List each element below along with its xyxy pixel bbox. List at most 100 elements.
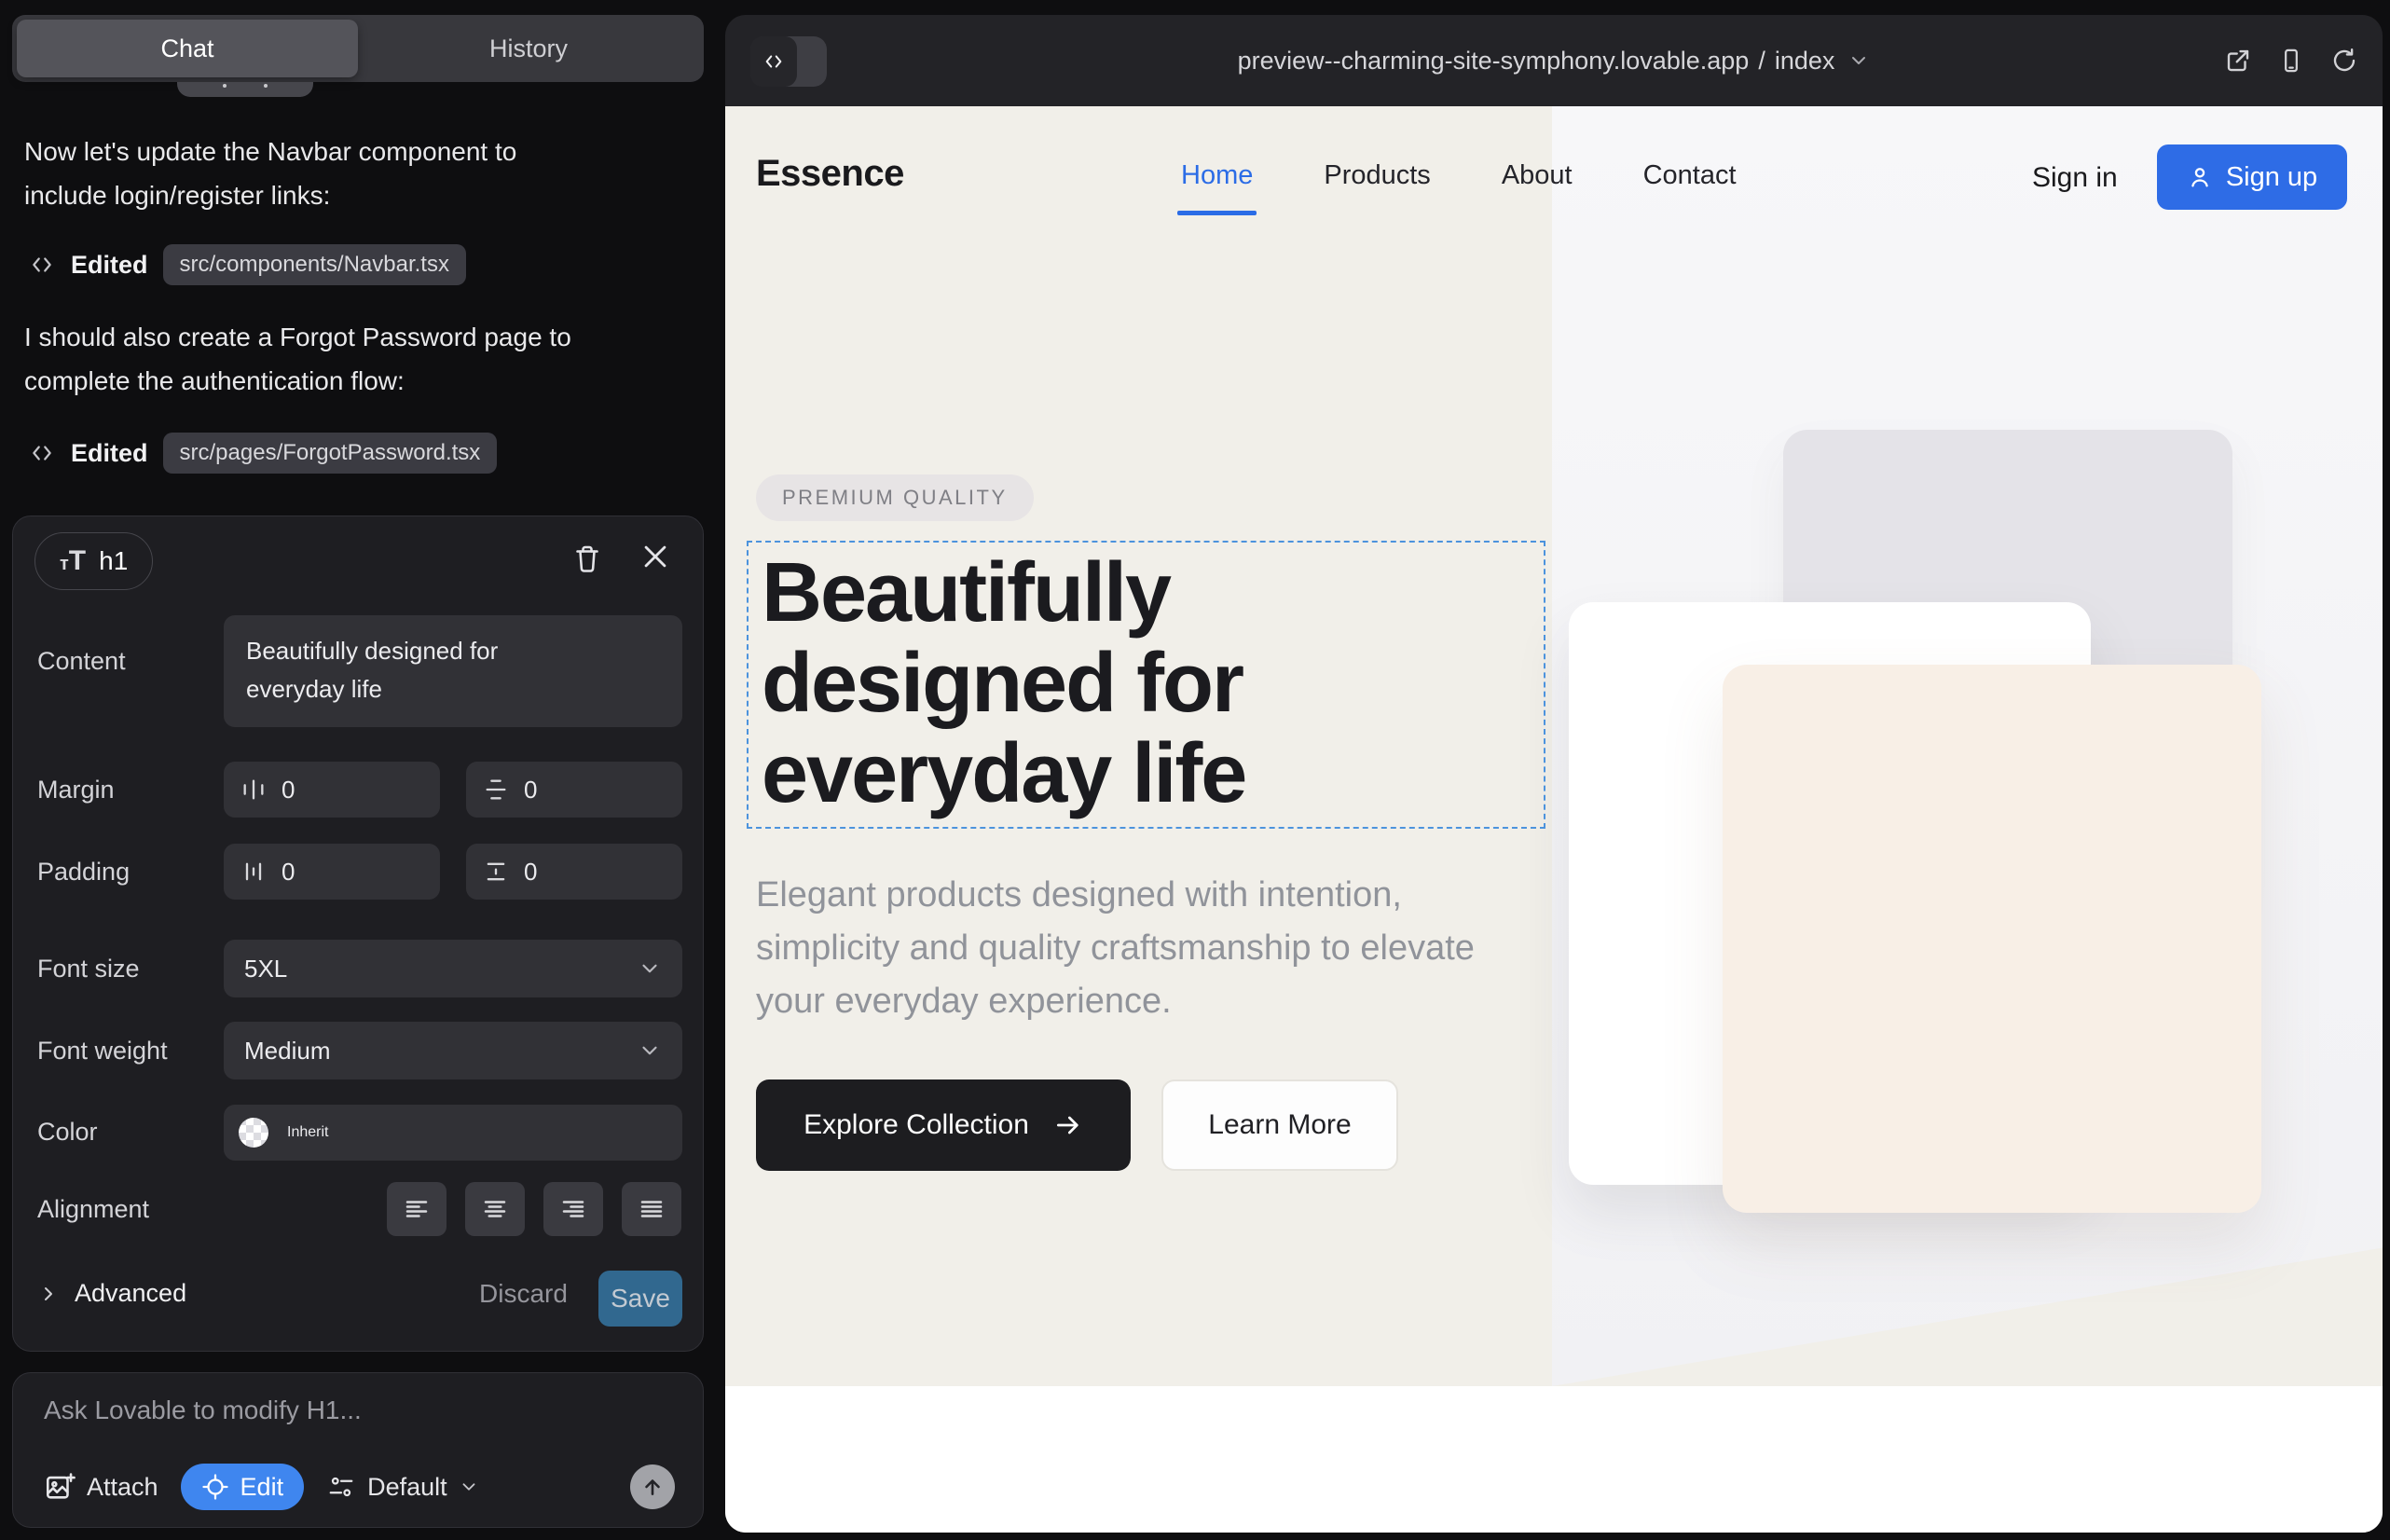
file-chip[interactable]: src/pages/ForgotPassword.tsx	[163, 433, 498, 474]
preview-url: preview--charming-site-symphony.lovable.…	[1238, 47, 1750, 76]
font-size-select[interactable]: 5XL	[224, 940, 682, 997]
chevron-right-icon	[37, 1283, 60, 1305]
font-weight-label: Font weight	[37, 1037, 168, 1066]
margin-x-input[interactable]: 0	[224, 762, 440, 818]
code-icon	[28, 253, 56, 277]
chat-composer: Attach Edit Default	[12, 1372, 704, 1528]
advanced-toggle[interactable]: Advanced	[37, 1279, 186, 1308]
align-right-button[interactable]	[543, 1182, 603, 1236]
selected-element-tag: тT h1	[34, 532, 153, 590]
attach-button[interactable]: Attach	[44, 1471, 158, 1503]
margin-horizontal-icon	[240, 777, 267, 803]
nav-link-home[interactable]: Home	[1181, 160, 1253, 191]
chevron-down-icon	[638, 1038, 662, 1063]
edited-label: Edited	[71, 439, 148, 468]
arrow-up-icon	[640, 1475, 665, 1499]
element-editor-panel: тT h1 Content Beautifully designed for e…	[12, 516, 704, 1352]
open-external-button[interactable]	[2224, 47, 2252, 75]
element-selection-outline: Beautifully designed for everyday life	[747, 541, 1545, 829]
tab-history[interactable]: History	[358, 20, 699, 77]
lovable-chat-panel: Chat History Now let's update the Navbar…	[0, 0, 725, 1540]
page-name: index	[1775, 47, 1835, 76]
discard-button[interactable]: Discard	[479, 1279, 568, 1309]
padding-y-input[interactable]: 0	[466, 844, 682, 900]
composer-toolbar: Attach Edit Default	[44, 1463, 675, 1511]
close-icon[interactable]	[639, 541, 671, 572]
sliders-icon	[326, 1473, 356, 1501]
learn-more-button[interactable]: Learn More	[1161, 1079, 1398, 1171]
refresh-icon	[2330, 47, 2358, 75]
chevron-down-icon	[459, 1477, 479, 1497]
nav-link-products[interactable]: Products	[1324, 160, 1430, 191]
chat-history-tabbar: Chat History	[12, 15, 704, 82]
preview-window: preview--charming-site-symphony.lovable.…	[725, 15, 2383, 1533]
sign-up-button[interactable]: Sign up	[2157, 144, 2347, 210]
edited-label: Edited	[71, 251, 148, 280]
nav-links: Home Products About Contact	[1181, 160, 1737, 191]
content-label: Content	[37, 647, 126, 676]
nav-link-about[interactable]: About	[1502, 160, 1573, 191]
tag-name: h1	[99, 546, 128, 576]
explore-collection-button[interactable]: Explore Collection	[756, 1079, 1131, 1171]
sign-in-button[interactable]: Sign in	[2032, 162, 2118, 194]
page-footer-section	[725, 1386, 2383, 1533]
scrolled-chip-partial	[177, 82, 313, 97]
margin-y-input[interactable]: 0	[466, 762, 682, 818]
font-weight-select[interactable]: Medium	[224, 1022, 682, 1079]
content-input[interactable]: Beautifully designed for everyday life	[224, 615, 682, 727]
send-button[interactable]	[630, 1464, 675, 1509]
padding-label: Padding	[37, 858, 130, 887]
alignment-group	[387, 1182, 681, 1236]
font-size-label: Font size	[37, 955, 140, 983]
text-type-icon: тT	[60, 545, 86, 577]
attach-image-icon	[44, 1471, 76, 1503]
site-logo[interactable]: Essence	[756, 153, 904, 195]
decorative-wedge	[1552, 1232, 2383, 1386]
margin-vertical-icon	[483, 777, 509, 803]
save-button[interactable]: Save	[598, 1271, 682, 1327]
code-icon	[28, 441, 56, 465]
color-select[interactable]: Inherit	[224, 1105, 682, 1161]
edit-mode-button[interactable]: Edit	[181, 1464, 305, 1510]
editor-footer: Advanced Discard Save	[13, 1268, 703, 1329]
alignment-label: Alignment	[37, 1195, 149, 1224]
mode-select-button[interactable]: Default	[326, 1473, 479, 1502]
edited-file-row: Edited src/components/Navbar.tsx	[28, 244, 466, 285]
external-link-icon	[2224, 47, 2252, 75]
delete-element-button[interactable]	[570, 541, 604, 576]
padding-x-input[interactable]: 0	[224, 844, 440, 900]
assistant-message: Now let's update the Navbar component to…	[24, 130, 584, 217]
chevron-down-icon	[1847, 49, 1870, 72]
browser-chrome: preview--charming-site-symphony.lovable.…	[725, 15, 2383, 106]
nav-link-contact[interactable]: Contact	[1643, 160, 1737, 191]
color-label: Color	[37, 1118, 98, 1147]
refresh-button[interactable]	[2330, 47, 2358, 75]
arrow-right-icon	[1053, 1110, 1083, 1140]
premium-badge: PREMIUM QUALITY	[756, 474, 1034, 521]
tab-chat[interactable]: Chat	[17, 20, 358, 77]
padding-vertical-icon	[483, 859, 509, 885]
align-center-button[interactable]	[465, 1182, 525, 1236]
hero-headline[interactable]: Beautifully designed for everyday life	[762, 548, 1405, 819]
assistant-message: I should also create a Forgot Password p…	[24, 315, 584, 403]
align-justify-button[interactable]	[622, 1182, 681, 1236]
site-page: Essence Home Products About Contact Sign…	[725, 106, 2383, 1533]
mobile-view-button[interactable]	[2278, 47, 2304, 75]
crosshair-icon	[201, 1473, 229, 1501]
user-icon	[2187, 164, 2213, 190]
hero-subtext: Elegant products designed with intention…	[756, 869, 1492, 1028]
chrome-actions	[2224, 15, 2358, 106]
margin-label: Margin	[37, 776, 115, 804]
site-navbar: Essence Home Products About Contact Sign…	[725, 106, 2383, 248]
align-left-button[interactable]	[387, 1182, 446, 1236]
url-breadcrumb[interactable]: preview--charming-site-symphony.lovable.…	[725, 15, 2383, 106]
smartphone-icon	[2278, 47, 2304, 75]
file-chip[interactable]: src/components/Navbar.tsx	[163, 244, 466, 285]
padding-horizontal-icon	[240, 859, 267, 885]
decor-card-cream	[1723, 665, 2261, 1213]
composer-input[interactable]	[44, 1396, 659, 1440]
color-swatch	[239, 1118, 268, 1148]
edited-file-row: Edited src/pages/ForgotPassword.tsx	[28, 433, 497, 474]
url-separator: /	[1758, 47, 1765, 76]
chevron-down-icon	[638, 956, 662, 981]
